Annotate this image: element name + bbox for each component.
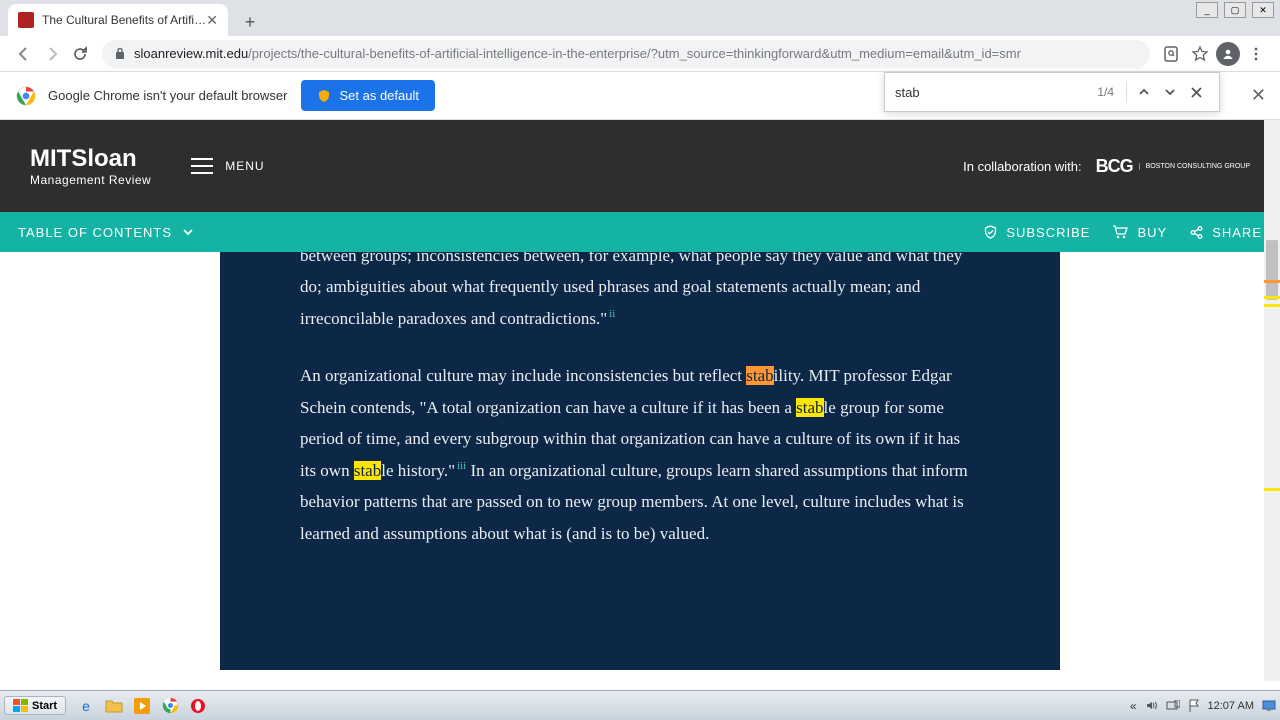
reload-button[interactable] <box>66 40 94 68</box>
tab-title: The Cultural Benefits of Artificial Int <box>42 13 206 27</box>
profile-avatar[interactable] <box>1214 40 1242 68</box>
chrome-icon <box>16 86 36 106</box>
find-in-page-bar: 1/4 <box>884 72 1220 112</box>
footnote-ref[interactable]: ii <box>609 308 615 320</box>
search-highlight: stab <box>354 461 381 480</box>
article-body: between groups; inconsistencies between,… <box>220 252 1060 670</box>
find-input[interactable] <box>895 85 1089 100</box>
toc-button[interactable]: TABLE OF CONTENTS <box>18 225 194 240</box>
taskbar-media-icon[interactable] <box>132 696 152 716</box>
hamburger-icon <box>191 158 213 174</box>
system-tray: « 12:07 AM <box>1130 699 1276 713</box>
find-marker <box>1264 280 1280 283</box>
set-default-button[interactable]: Set as default <box>301 80 435 111</box>
tray-desktop-icon[interactable] <box>1262 700 1276 712</box>
tray-expand-icon[interactable]: « <box>1130 699 1137 713</box>
start-button[interactable]: Start <box>4 696 66 715</box>
divider <box>1126 81 1127 103</box>
bcg-mark: BCG <box>1096 156 1133 177</box>
taskbar-chrome-icon[interactable] <box>160 696 180 716</box>
taskbar: Start e « 12:07 AM <box>0 690 1280 720</box>
taskbar-clock[interactable]: 12:07 AM <box>1208 700 1254 712</box>
toolbar: sloanreview.mit.edu/projects/the-cultura… <box>0 36 1280 72</box>
vertical-scrollbar[interactable] <box>1264 120 1280 681</box>
forward-button[interactable] <box>38 40 66 68</box>
url-path: /projects/the-cultural-benefits-of-artif… <box>248 46 1021 61</box>
share-icon <box>1189 225 1204 240</box>
collab-label: In collaboration with: <box>963 159 1082 174</box>
shield-check-icon <box>983 225 998 240</box>
cart-icon <box>1112 225 1129 240</box>
new-tab-button[interactable]: + <box>236 8 264 36</box>
set-default-label: Set as default <box>339 88 419 103</box>
subscribe-link[interactable]: SUBSCRIBE <box>983 225 1090 240</box>
search-highlight-current: stab <box>746 366 773 385</box>
tab-strip: The Cultural Benefits of Artificial Int … <box>0 0 1280 36</box>
find-marker <box>1264 304 1280 307</box>
window-maximize-button[interactable]: ▢ <box>1224 2 1246 18</box>
taskbar-explorer-icon[interactable] <box>104 696 124 716</box>
site-logo[interactable]: MITSloan Management Review <box>30 145 151 187</box>
menu-label: MENU <box>225 159 264 173</box>
find-indicator-icon[interactable] <box>1158 40 1186 68</box>
subscribe-label: SUBSCRIBE <box>1006 225 1090 240</box>
kebab-menu-icon[interactable] <box>1242 40 1270 68</box>
scrollbar-thumb[interactable] <box>1266 240 1278 300</box>
paragraph: An organizational culture may include in… <box>300 360 980 549</box>
tab-close-button[interactable]: ✕ <box>206 12 218 29</box>
shield-icon <box>317 89 331 103</box>
find-close-button[interactable] <box>1183 79 1209 105</box>
taskbar-opera-icon[interactable] <box>188 696 208 716</box>
tray-volume-icon[interactable] <box>1145 699 1158 712</box>
window-minimize-button[interactable]: _ <box>1196 2 1218 18</box>
buy-label: BUY <box>1137 225 1167 240</box>
share-link[interactable]: SHARE <box>1189 225 1262 240</box>
browser-tab[interactable]: The Cultural Benefits of Artificial Int … <box>8 4 228 36</box>
lock-icon <box>114 47 126 60</box>
toc-label: TABLE OF CONTENTS <box>18 225 172 240</box>
find-next-button[interactable] <box>1157 79 1183 105</box>
buy-link[interactable]: BUY <box>1112 225 1167 240</box>
window-close-button[interactable]: ✕ <box>1252 2 1274 18</box>
article-viewport: between groups; inconsistencies between,… <box>0 252 1280 682</box>
menu-button[interactable]: MENU <box>191 158 264 174</box>
paragraph: between groups; inconsistencies between,… <box>300 252 980 334</box>
tray-flag-icon[interactable] <box>1188 699 1200 712</box>
find-marker <box>1264 296 1280 299</box>
bookmark-star-icon[interactable] <box>1186 40 1214 68</box>
tray-network-icon[interactable] <box>1166 700 1180 712</box>
subnav-bar: TABLE OF CONTENTS SUBSCRIBE BUY SHARE <box>0 212 1280 252</box>
logo-bottom: Management Review <box>30 173 151 187</box>
site-header: MITSloan Management Review MENU In colla… <box>0 120 1280 212</box>
logo-top: MITSloan <box>30 145 151 173</box>
find-count: 1/4 <box>1097 85 1114 99</box>
share-label: SHARE <box>1212 225 1262 240</box>
find-marker <box>1264 488 1280 491</box>
bcg-logo[interactable]: BCG BOSTON CONSULTING GROUP <box>1096 156 1250 177</box>
start-label: Start <box>32 700 57 712</box>
chevron-down-icon <box>182 226 194 238</box>
taskbar-ie-icon[interactable]: e <box>76 696 96 716</box>
back-button[interactable] <box>10 40 38 68</box>
windows-icon <box>13 699 28 712</box>
url-domain: sloanreview.mit.edu <box>134 46 248 61</box>
collab-block: In collaboration with: BCG BOSTON CONSUL… <box>963 156 1250 177</box>
footnote-ref[interactable]: iii <box>457 460 466 472</box>
search-highlight: stab <box>796 398 823 417</box>
favicon-icon <box>18 12 34 28</box>
address-bar[interactable]: sloanreview.mit.edu/projects/the-cultura… <box>102 40 1150 68</box>
find-prev-button[interactable] <box>1131 79 1157 105</box>
infobar-close-button[interactable]: ✕ <box>1251 85 1266 106</box>
infobar-message: Google Chrome isn't your default browser <box>48 88 287 103</box>
bcg-sub: BOSTON CONSULTING GROUP <box>1139 163 1250 170</box>
